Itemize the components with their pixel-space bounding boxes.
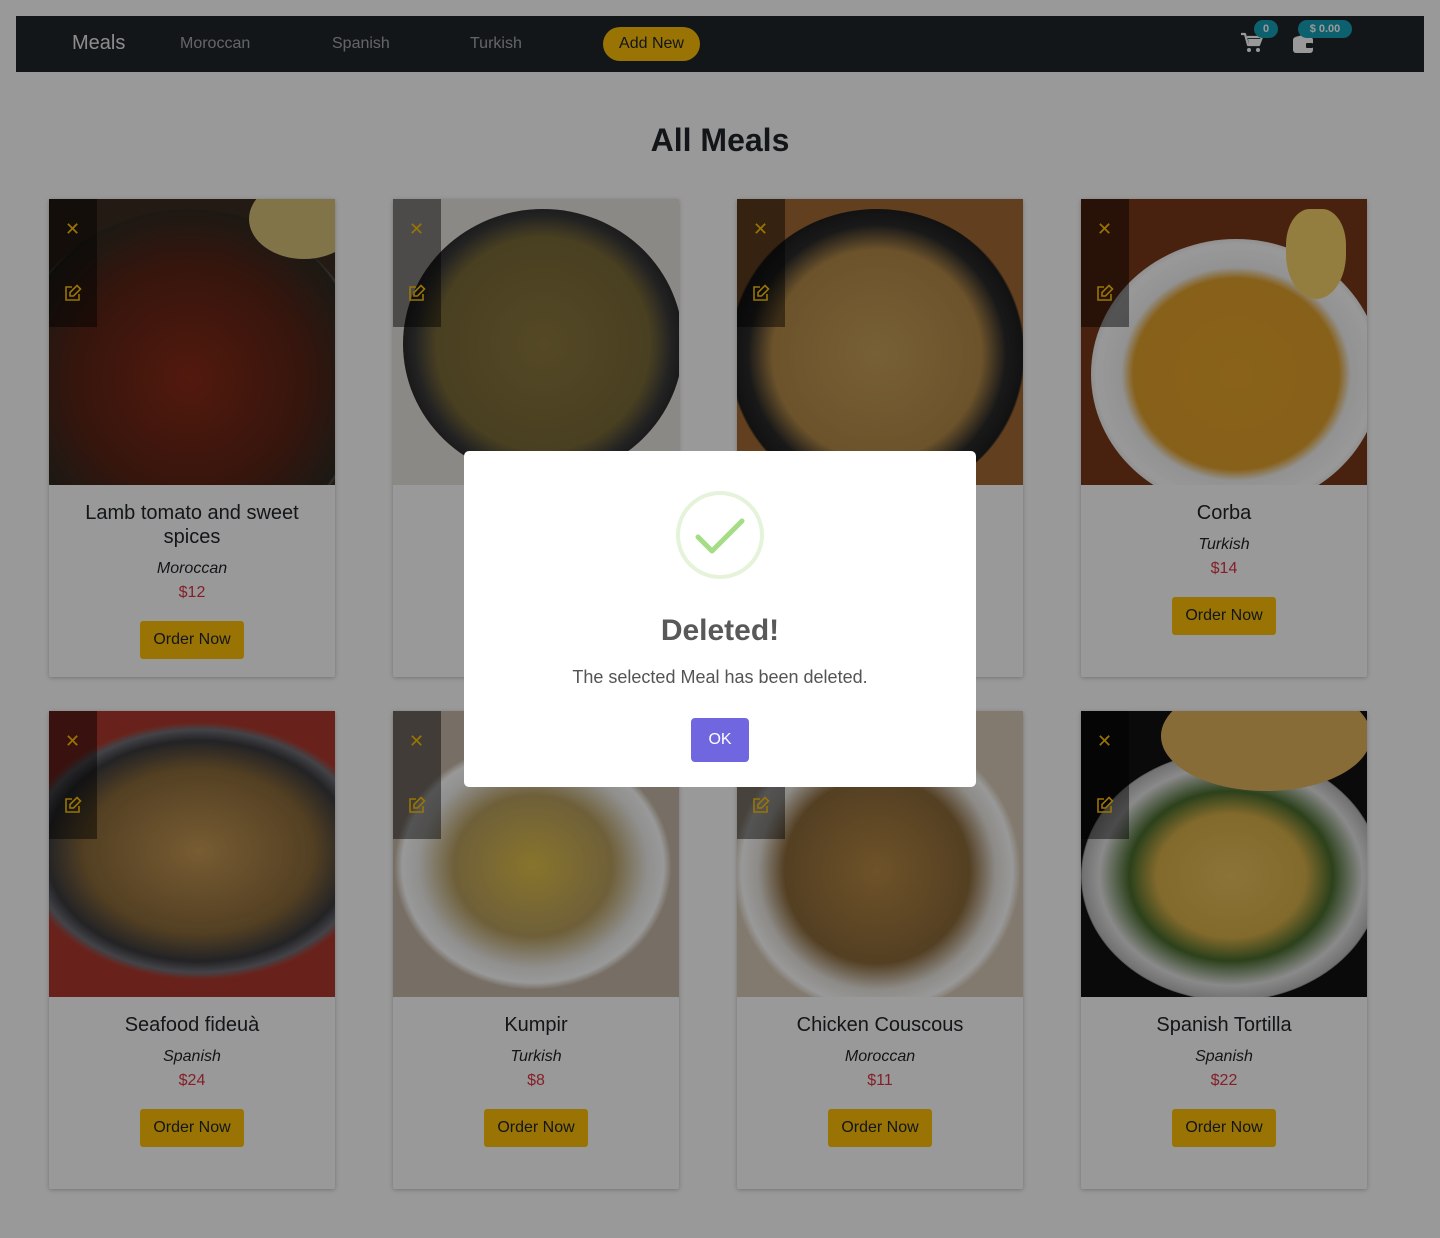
success-dialog: Deleted! The selected Meal has been dele…: [464, 451, 976, 787]
success-check-icon: [676, 491, 764, 579]
ok-button[interactable]: OK: [691, 718, 749, 762]
dialog-title: Deleted!: [660, 614, 780, 647]
dialog-message: The selected Meal has been deleted.: [572, 667, 868, 687]
